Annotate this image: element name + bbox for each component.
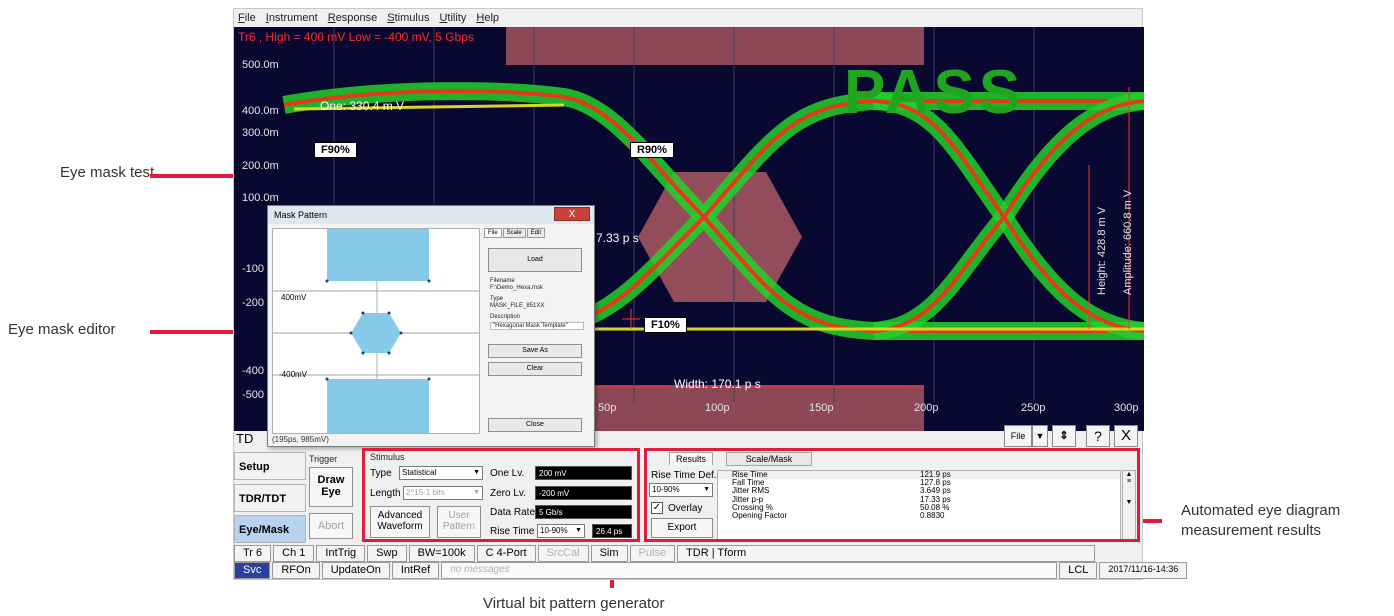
status-update-on[interactable]: UpdateOn (321, 562, 390, 579)
r90-marker-label: R90% (630, 142, 674, 158)
y-tick-label: 500.0m (242, 59, 279, 71)
menu-response[interactable]: Response (328, 12, 378, 24)
menu-utility[interactable]: Utility (439, 12, 466, 24)
f90-marker-label: F90% (314, 142, 357, 158)
filename-value: F:\Demo_Hexa.msk (490, 285, 544, 291)
cursor-position-status: (195ps, 985mV) (272, 435, 329, 444)
highlight-stimulus (362, 448, 640, 542)
description-label: Description (490, 314, 521, 320)
status-bar-system: Svc RFOn UpdateOn IntRef no messages LCL… (234, 562, 1189, 579)
eye-width-label: Width: 170.1 p s (674, 377, 761, 391)
y-tick-label: -100 (242, 263, 265, 275)
tab-edit[interactable]: Edit (526, 228, 546, 238)
draw-eye-label-line1: Draw (317, 474, 345, 486)
one-level-label: One: 330.4 m V (320, 99, 405, 113)
status-sim[interactable]: Sim (590, 545, 628, 562)
status-messages: no messages (441, 562, 1058, 579)
f10-marker-label: F10% (644, 317, 687, 333)
y-tick-label: 300.0m (242, 127, 279, 139)
callout-eye-mask-editor: Eye mask editor (8, 321, 116, 338)
status-srccal[interactable]: SrcCal (537, 545, 589, 562)
tab-eye-mask[interactable]: Eye/Mask (234, 515, 306, 543)
menu-help[interactable]: Help (476, 12, 499, 24)
y-tick-label: 400.0m (242, 105, 279, 117)
mask-label-400mv: 400mV (281, 293, 307, 302)
status-channel[interactable]: Ch 1 (273, 545, 315, 562)
status-bar-channels: Tr 6 Ch 1 IntTrig Swp BW=100k C 4-Port S… (234, 545, 1097, 562)
dialog-title: Mask Pattern (268, 206, 594, 224)
trigger-title: Trigger (309, 454, 338, 464)
status-svc[interactable]: Svc (234, 562, 271, 579)
status-trigger[interactable]: IntTrig (316, 545, 366, 562)
tab-tdr-tdt[interactable]: TDR/TDT (234, 484, 306, 512)
tdr-label: TD (236, 431, 254, 446)
x-tick-label: 50p (598, 402, 617, 414)
updown-icon[interactable]: ⇕ (1052, 425, 1076, 447)
menu-bar: File Instrument Response Stimulus Utilit… (234, 9, 1142, 27)
draw-eye-button[interactable]: Draw Eye (309, 467, 353, 507)
status-trace[interactable]: Tr 6 (234, 545, 272, 562)
status-int-ref[interactable]: IntRef (391, 562, 440, 579)
clear-button[interactable]: Clear (488, 362, 582, 376)
mask-dialog-sidepanel: File Scale Edit Load Filename F:\Demo_He… (484, 228, 590, 434)
save-as-button[interactable]: Save As (488, 344, 582, 358)
file-button[interactable]: File (1004, 425, 1032, 447)
trace-title: Tr6 , High = 400 mV Low = -400 mV, 5 Gbp… (238, 30, 474, 44)
callout-bit-pattern-generator: Virtual bit pattern generator (483, 595, 665, 612)
mask-label-minus-400mv: -400mV (279, 370, 308, 379)
y-tick-label: -200 (242, 297, 265, 309)
callout-eye-mask-test: Eye mask test (60, 164, 155, 181)
x-tick-label: 250p (1021, 402, 1046, 414)
type-value: MASK_FILE_851XX (490, 303, 545, 309)
jitter-label: 7.33 p s (596, 231, 639, 245)
draw-eye-label-line2: Eye (321, 486, 341, 498)
dialog-close-button[interactable]: X (554, 207, 590, 221)
status-lcl[interactable]: LCL (1059, 562, 1098, 579)
tab-scale[interactable]: Scale (502, 228, 526, 238)
y-tick-label: -400 (242, 365, 265, 377)
x-tick-label: 300p (1114, 402, 1139, 414)
description-field[interactable]: "Hexagonal Mask Template" (490, 322, 584, 330)
x-tick-label: 100p (705, 402, 730, 414)
highlight-results (644, 448, 1140, 542)
mask-editor-canvas[interactable]: 400mV -400mV (272, 228, 480, 434)
tab-setup[interactable]: Setup (234, 452, 306, 480)
filename-label: Filename (490, 278, 515, 284)
close-icon[interactable]: X (1114, 425, 1138, 447)
abort-button[interactable]: Abort (309, 513, 353, 539)
tab-file[interactable]: File (484, 228, 502, 238)
load-button[interactable]: Load (488, 248, 582, 272)
menu-instrument[interactable]: Instrument (266, 12, 318, 24)
eye-height-label: Height: 428.8 m V (1096, 206, 1108, 295)
status-pulse[interactable]: Pulse (629, 545, 676, 562)
status-rf-on[interactable]: RFOn (272, 562, 320, 579)
y-tick-label: -500 (242, 389, 265, 401)
mask-shapes (273, 229, 479, 433)
mask-pattern-dialog: Mask Pattern X 400mV -400mV (195ps, 985m… (267, 205, 595, 447)
menu-file[interactable]: File (238, 12, 256, 24)
y-tick-label: 100.0m (242, 192, 279, 204)
x-tick-label: 200p (914, 402, 939, 414)
eye-amplitude-label: Amplitude: 660.8 m V (1122, 189, 1134, 295)
dropdown-icon[interactable]: ▼ (1032, 425, 1048, 447)
y-tick-label: 200.0m (242, 160, 279, 172)
pass-indicator: PASS (844, 58, 1025, 127)
close-button[interactable]: Close (488, 418, 582, 432)
type-label: Type (490, 296, 504, 302)
x-tick-label: 150p (809, 402, 834, 414)
status-calibration[interactable]: C 4-Port (476, 545, 536, 562)
status-tdr-mode[interactable]: TDR | Tform (677, 545, 1096, 562)
callout-measurement-results: Automated eye diagram (1181, 502, 1341, 519)
status-sweep[interactable]: Swp (367, 545, 407, 562)
status-bandwidth[interactable]: BW=100k (408, 545, 475, 562)
callout-measurement-results-line2: measurement results (1181, 522, 1322, 539)
help-icon[interactable]: ? (1086, 425, 1110, 447)
status-datetime: 2017/11/16-14:36 (1099, 562, 1188, 579)
menu-stimulus[interactable]: Stimulus (387, 12, 429, 24)
